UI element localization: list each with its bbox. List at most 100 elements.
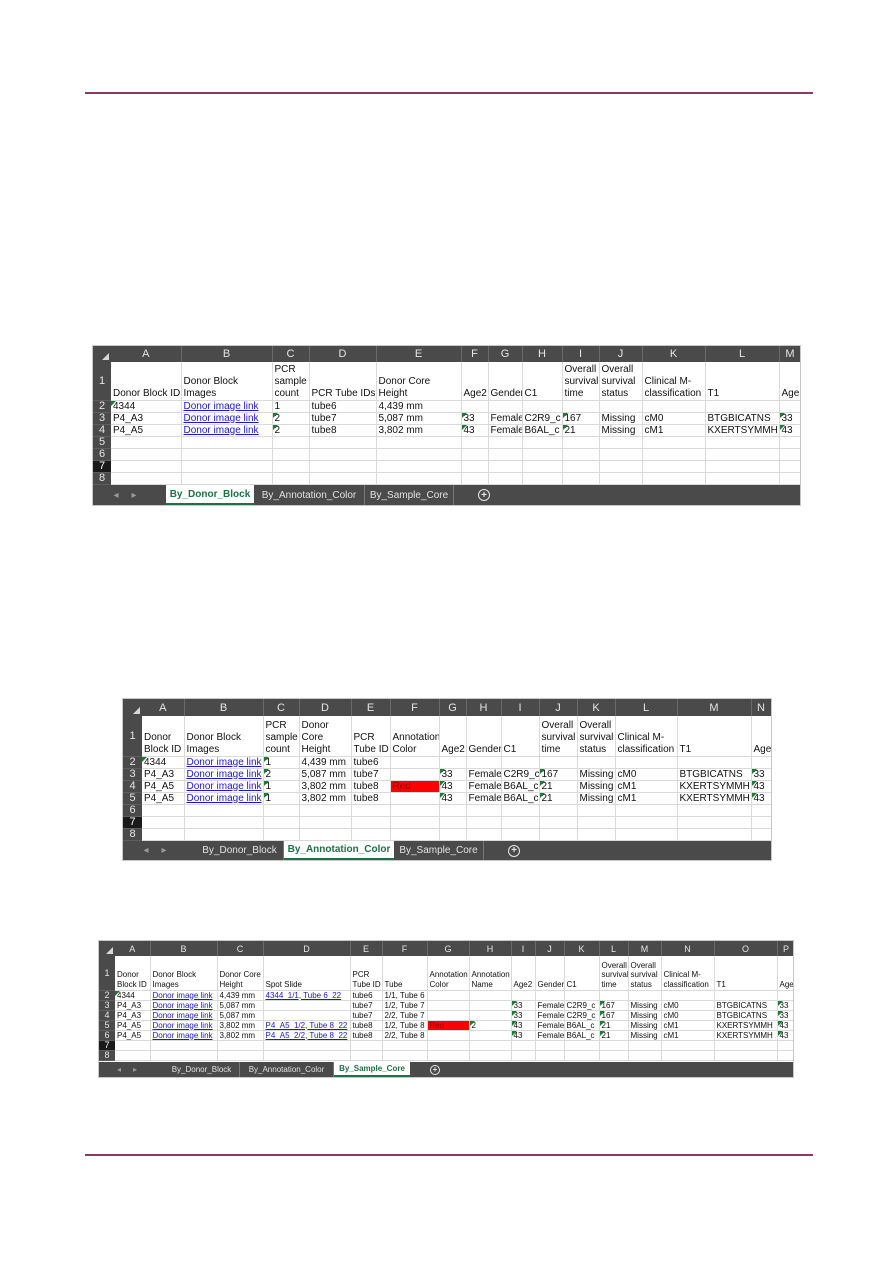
column-header[interactable]: M (677, 699, 752, 716)
select-all-corner[interactable] (123, 699, 142, 716)
empty-cell[interactable] (642, 448, 706, 461)
header-cell[interactable]: Annotation Color (427, 956, 470, 991)
empty-cell[interactable] (466, 828, 502, 841)
sheet-tab-by-donor-block[interactable]: By_Donor_Block (164, 1062, 240, 1077)
column-header[interactable]: N (751, 699, 771, 716)
data-cell[interactable]: tube7 (351, 768, 391, 781)
row-header[interactable]: 8 (123, 828, 142, 841)
annotation-color-cell[interactable]: Red (390, 780, 440, 793)
empty-cell[interactable] (705, 436, 780, 449)
scroll-tabs-right-icon[interactable]: ▸ (125, 490, 143, 501)
data-cell[interactable]: KXERTSYMMH (677, 792, 752, 805)
empty-cell[interactable] (376, 448, 462, 461)
data-cell[interactable]: 4,439 mm (217, 990, 264, 1001)
data-cell[interactable]: Missing (628, 1000, 662, 1011)
data-cell[interactable]: 43 (777, 1030, 793, 1041)
select-all-corner[interactable] (99, 941, 115, 956)
empty-cell[interactable] (181, 460, 273, 473)
header-cell[interactable]: Overall survival status (628, 956, 662, 991)
row-header[interactable]: 7 (99, 1040, 115, 1051)
header-cell[interactable]: Donor Block Images (181, 362, 273, 401)
header-cell[interactable]: Donor Block ID (115, 956, 151, 991)
data-cell[interactable] (599, 400, 643, 413)
column-header[interactable]: G (488, 346, 523, 362)
column-header[interactable]: K (564, 941, 600, 956)
data-cell[interactable]: 3,802 mm (217, 1030, 264, 1041)
data-cell[interactable] (642, 400, 706, 413)
empty-cell[interactable] (115, 1040, 151, 1051)
empty-cell[interactable] (272, 472, 310, 485)
data-cell[interactable]: C2R9_c (522, 412, 563, 425)
empty-cell[interactable] (376, 460, 462, 473)
empty-cell[interactable] (263, 804, 300, 817)
data-cell[interactable]: 1 (272, 400, 310, 413)
row-header[interactable]: 6 (123, 804, 142, 817)
empty-cell[interactable] (299, 816, 352, 829)
data-cell[interactable]: B6AL_c (522, 424, 563, 437)
header-cell[interactable]: PCR sample count (263, 716, 300, 757)
empty-cell[interactable] (779, 472, 800, 485)
empty-cell[interactable] (522, 448, 563, 461)
data-cell[interactable]: tube6 (351, 756, 391, 769)
data-cell[interactable] (535, 990, 565, 1001)
empty-cell[interactable] (642, 460, 706, 473)
select-all-corner[interactable] (93, 346, 111, 362)
data-cell[interactable]: 43 (461, 424, 489, 437)
column-header[interactable]: M (628, 941, 662, 956)
data-cell[interactable]: B6AL_c (564, 1030, 600, 1041)
column-header[interactable]: A (115, 941, 151, 956)
data-cell[interactable]: 2/2, Tube 7 (382, 1010, 428, 1021)
data-cell[interactable]: Missing (577, 792, 616, 805)
hyperlink[interactable]: Donor image link (187, 757, 262, 768)
data-cell[interactable] (390, 756, 440, 769)
hyperlink[interactable]: Donor image link (153, 1021, 213, 1030)
data-cell[interactable]: 4344 (111, 400, 182, 413)
empty-cell[interactable] (562, 472, 600, 485)
empty-cell[interactable] (272, 436, 310, 449)
empty-cell[interactable] (382, 1040, 428, 1051)
data-cell[interactable] (427, 1000, 470, 1011)
data-cell[interactable] (427, 990, 470, 1001)
empty-cell[interactable] (539, 816, 578, 829)
hyperlink[interactable]: Donor image link (184, 401, 259, 412)
data-cell[interactable]: cM1 (661, 1030, 715, 1041)
data-cell[interactable]: 4,439 mm (299, 756, 352, 769)
hyperlink[interactable]: P4_A5_2/2, Tube 8_22 (266, 1031, 348, 1040)
empty-cell[interactable] (390, 828, 440, 841)
header-cell[interactable]: Donor Core Height (299, 716, 352, 757)
hyperlink-cell[interactable]: 4344_1/1, Tube 6_22 (263, 990, 351, 1001)
data-cell[interactable]: Missing (628, 1010, 662, 1021)
data-cell[interactable]: P4_A5 (142, 780, 185, 793)
header-cell[interactable]: T1 (705, 362, 780, 401)
empty-cell[interactable] (111, 460, 182, 473)
empty-cell[interactable] (351, 828, 391, 841)
empty-cell[interactable] (599, 436, 643, 449)
empty-cell[interactable] (115, 1050, 151, 1061)
empty-cell[interactable] (779, 460, 800, 473)
column-header[interactable]: D (299, 699, 352, 716)
data-cell[interactable]: Female (535, 1020, 565, 1031)
empty-cell[interactable] (599, 1040, 629, 1051)
scroll-tabs-left-icon[interactable]: ◂ (111, 1065, 127, 1074)
sheet-tab-by-annotation-color[interactable]: By_Annotation_Color (284, 841, 394, 860)
data-cell[interactable]: KXERTSYMMH (705, 424, 780, 437)
column-header[interactable]: I (511, 941, 536, 956)
row-header[interactable]: 2 (123, 756, 142, 769)
data-cell[interactable]: 43 (751, 792, 771, 805)
hyperlink[interactable]: Donor image link (187, 769, 262, 780)
data-cell[interactable]: 43 (777, 1020, 793, 1031)
data-cell[interactable]: 4344 (142, 756, 185, 769)
data-cell[interactable]: C2R9_c (564, 1010, 600, 1021)
data-cell[interactable] (488, 400, 523, 413)
column-header[interactable]: E (350, 941, 383, 956)
column-header[interactable]: A (111, 346, 182, 362)
data-cell[interactable] (390, 792, 440, 805)
empty-cell[interactable] (642, 472, 706, 485)
empty-cell[interactable] (599, 1050, 629, 1061)
scroll-tabs-right-icon[interactable]: ▸ (127, 1065, 143, 1074)
data-cell[interactable]: 33 (439, 768, 467, 781)
data-cell[interactable]: 21 (539, 792, 578, 805)
row-header[interactable]: 7 (123, 816, 142, 829)
data-cell[interactable] (427, 1030, 470, 1041)
empty-cell[interactable] (779, 436, 800, 449)
